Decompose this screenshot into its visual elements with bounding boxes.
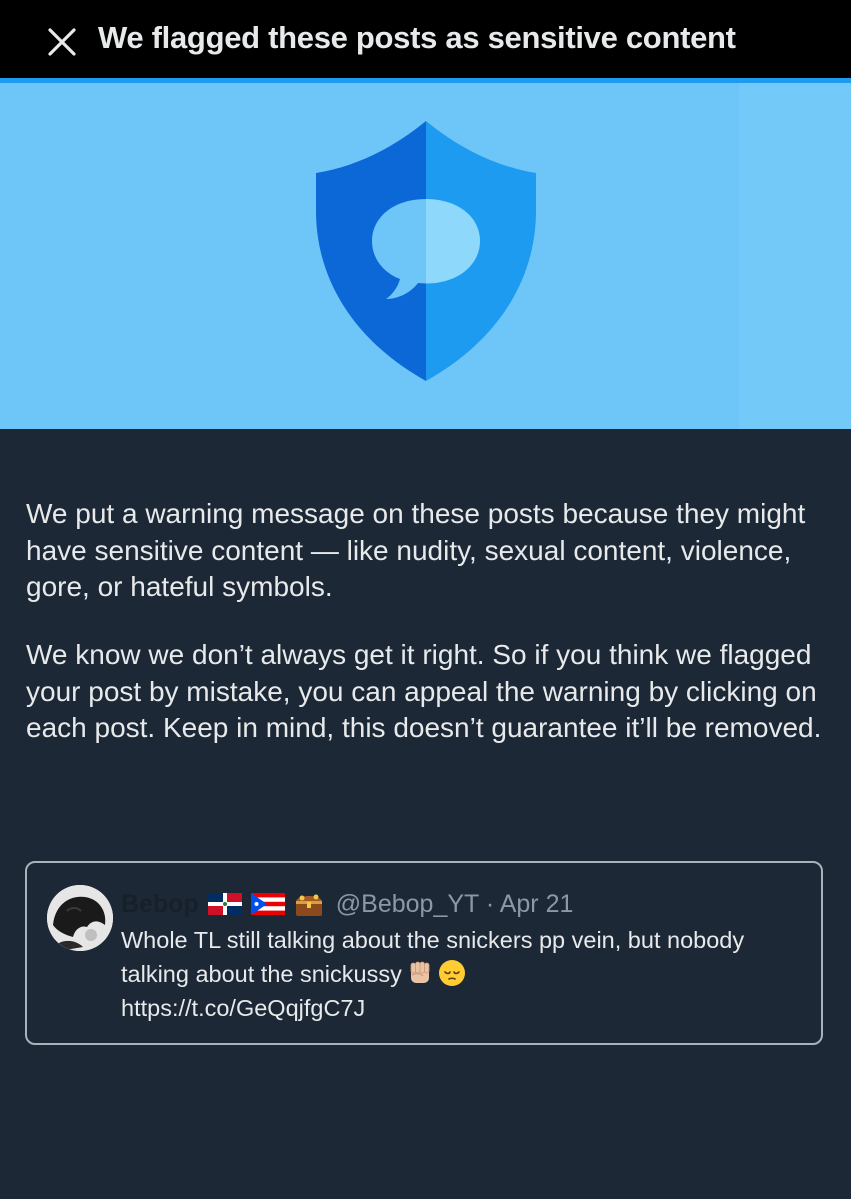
- separator: ·: [485, 889, 495, 918]
- avatar-image: [47, 885, 113, 951]
- avatar: [47, 885, 113, 951]
- pensive-face-icon: [438, 960, 465, 986]
- post-link[interactable]: https://t.co/GeQqjfgC7J: [121, 995, 365, 1021]
- post-header: Bebop @Bebop_YT · Apr 21: [121, 887, 573, 921]
- top-bar: We flagged these posts as sensitive cont…: [0, 0, 851, 78]
- post-body: Whole TL still talking about the snicker…: [121, 923, 811, 1025]
- page-title: We flagged these posts as sensitive cont…: [98, 20, 736, 55]
- treasure-chest-icon: [295, 894, 322, 916]
- puerto-rico-flag-icon: [250, 893, 285, 915]
- raised-fist-icon: [410, 961, 430, 983]
- post-handle-date: @Bebop_YT · Apr 21: [336, 890, 574, 919]
- post-date: Apr 21: [499, 889, 574, 918]
- flagged-post-card[interactable]: Bebop @Bebop_YT · Apr 21 Whole TL still …: [25, 861, 823, 1045]
- hero-shade: [739, 83, 851, 429]
- dominican-republic-flag-icon: [207, 893, 242, 915]
- close-button[interactable]: [44, 24, 80, 60]
- close-icon: [48, 28, 76, 56]
- hero-banner: [0, 83, 851, 429]
- explanation-paragraph-2: We know we don’t always get it right. So…: [26, 639, 822, 743]
- explanation-paragraph-1: We put a warning message on these posts …: [26, 498, 806, 602]
- author-handle: @Bebop_YT: [335, 889, 479, 918]
- author-name: Bebop: [121, 889, 199, 918]
- sensitive-content-screen: We flagged these posts as sensitive cont…: [0, 0, 851, 1199]
- shield-message-icon: [316, 121, 536, 381]
